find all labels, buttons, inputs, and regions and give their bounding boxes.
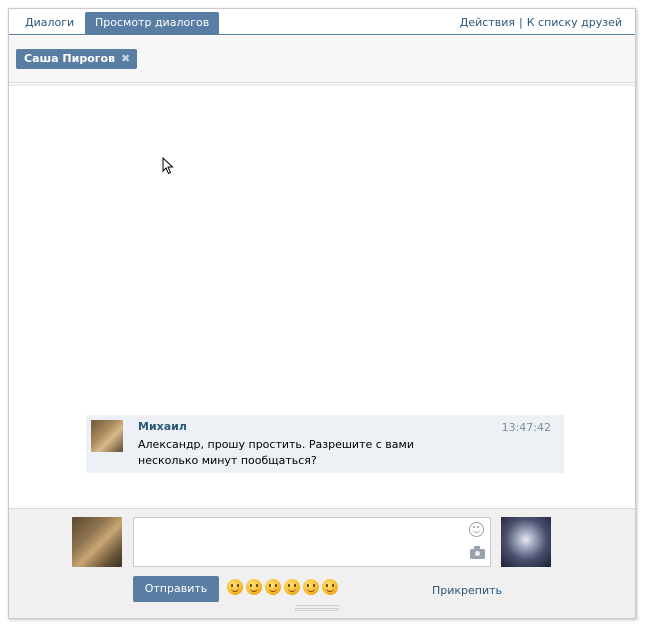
cursor-arrow-icon xyxy=(162,157,174,175)
message-composer: Отправить Прикрепить xyxy=(9,508,635,618)
resize-grip-icon[interactable] xyxy=(295,605,339,611)
tab-dialogs[interactable]: Диалоги xyxy=(15,12,84,35)
link-separator: | xyxy=(519,16,523,29)
emoji-grin-icon[interactable] xyxy=(265,579,281,595)
emoji-eyeroll-icon[interactable] xyxy=(322,579,338,595)
message-item[interactable]: Михаил 13:47:42 Александр, прошу простит… xyxy=(86,415,564,473)
dialog-window: Диалоги Просмотр диалогов Действия | К спи… xyxy=(8,8,636,619)
emoji-scared-icon[interactable] xyxy=(284,579,300,595)
recipient-chip[interactable]: Саша Пирогов ✖ xyxy=(16,49,138,69)
message-history[interactable]: Михаил 13:47:42 Александр, прошу простит… xyxy=(9,84,635,508)
send-button[interactable]: Отправить xyxy=(133,576,219,602)
actions-link[interactable]: Действия xyxy=(460,16,515,29)
friends-list-link[interactable]: К списку друзей xyxy=(527,16,622,29)
author-avatar[interactable] xyxy=(91,420,123,452)
attach-link[interactable]: Прикрепить xyxy=(432,584,502,597)
emoji-row xyxy=(227,579,341,599)
close-icon[interactable]: ✖ xyxy=(121,49,130,69)
top-links: Действия | К списку друзей xyxy=(460,16,622,29)
message-author[interactable]: Михаил xyxy=(138,420,187,433)
recipient-name: Саша Пирогов xyxy=(24,52,116,65)
message-time: 13:47:42 xyxy=(501,421,551,434)
camera-icon[interactable] xyxy=(470,546,485,559)
my-avatar[interactable] xyxy=(72,517,122,567)
emoji-wink-icon[interactable] xyxy=(246,579,262,595)
emoji-smile-icon[interactable] xyxy=(227,579,243,595)
tab-view-dialogs[interactable]: Просмотр диалогов xyxy=(85,12,220,35)
message-text: Александр, прошу простить. Разрешите с в… xyxy=(138,438,414,467)
tab-bar: Диалоги Просмотр диалогов Действия | К спи… xyxy=(9,9,635,35)
peer-avatar[interactable] xyxy=(501,517,551,567)
message-input[interactable] xyxy=(133,517,491,567)
emoji-yum-icon[interactable] xyxy=(303,579,319,595)
recipient-strip: Саша Пирогов ✖ xyxy=(9,36,635,83)
smile-icon[interactable] xyxy=(469,522,484,537)
